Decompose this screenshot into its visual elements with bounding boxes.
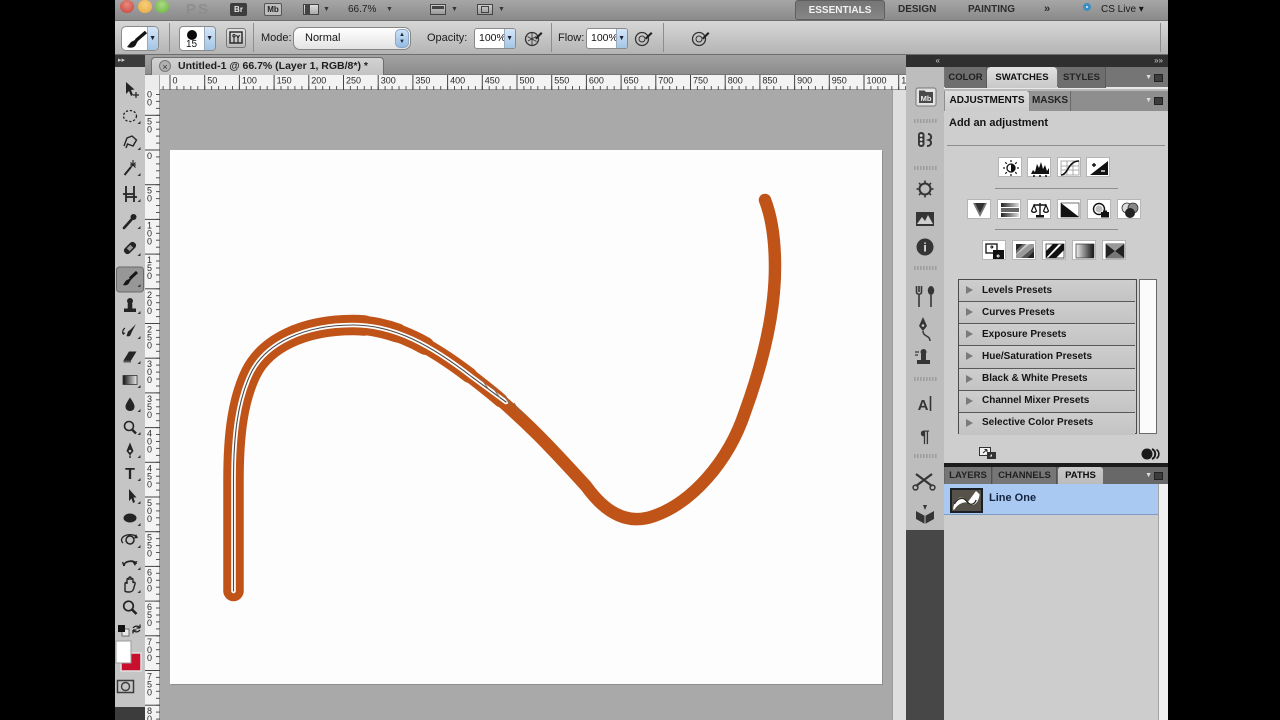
svg-text:950: 950 (832, 76, 847, 86)
svg-text:0: 0 (147, 306, 152, 316)
svg-text:250: 250 (346, 76, 361, 86)
svg-text:i: i (923, 241, 926, 255)
svg-text:0: 0 (147, 583, 152, 593)
svg-text:600: 600 (589, 76, 604, 86)
svg-text:0: 0 (147, 194, 152, 204)
svg-text:0: 0 (147, 236, 152, 246)
svg-text:500: 500 (520, 76, 535, 86)
svg-text:A: A (918, 397, 929, 414)
svg-text:750: 750 (693, 76, 708, 86)
svg-text:0: 0 (147, 98, 152, 108)
svg-text:Mb: Mb (921, 94, 932, 103)
svg-text:T: T (125, 466, 135, 483)
svg-text:¶: ¶ (920, 427, 929, 446)
svg-text:0: 0 (147, 410, 152, 420)
svg-text:0: 0 (147, 479, 152, 489)
svg-text:450: 450 (485, 76, 500, 86)
svg-text:0: 0 (147, 653, 152, 663)
svg-text:350: 350 (415, 76, 430, 86)
svg-text:650: 650 (624, 76, 639, 86)
svg-text:900: 900 (797, 76, 812, 86)
svg-text:550: 550 (554, 76, 569, 86)
svg-text:0: 0 (147, 514, 152, 524)
svg-text:700: 700 (658, 76, 673, 86)
svg-text:0: 0 (147, 124, 152, 134)
svg-text:0: 0 (147, 618, 152, 628)
svg-text:200: 200 (311, 76, 326, 86)
svg-text:0: 0 (173, 76, 178, 86)
svg-text:0: 0 (147, 375, 152, 385)
svg-text:850: 850 (762, 76, 777, 86)
svg-text:100: 100 (242, 76, 257, 86)
svg-text:0: 0 (147, 549, 152, 559)
svg-text:0: 0 (147, 714, 152, 720)
svg-text:1000: 1000 (867, 76, 887, 86)
svg-text:400: 400 (450, 76, 465, 86)
svg-text:0: 0 (147, 151, 152, 161)
svg-text:50: 50 (207, 76, 217, 86)
svg-text:800: 800 (728, 76, 743, 86)
svg-text:0: 0 (147, 271, 152, 281)
svg-text:0: 0 (147, 445, 152, 455)
svg-text:0: 0 (147, 688, 152, 698)
svg-text:150: 150 (277, 76, 292, 86)
svg-text:0: 0 (147, 341, 152, 351)
svg-text:300: 300 (381, 76, 396, 86)
